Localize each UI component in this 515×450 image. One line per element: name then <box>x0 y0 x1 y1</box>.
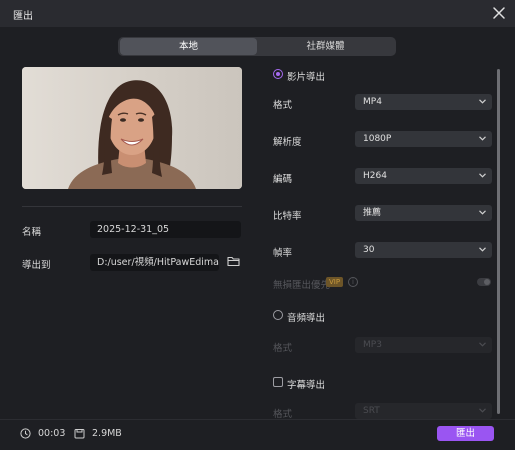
audio-format-label: 格式 <box>273 343 293 354</box>
bitrate-select[interactable]: 推薦 <box>355 205 492 221</box>
title-bar: 匯出 <box>0 0 515 27</box>
name-input[interactable]: 2025-12-31_05 <box>90 221 241 238</box>
export-button[interactable]: 匯出 <box>437 426 494 441</box>
codec-label: 編碼 <box>273 174 293 185</box>
chevron-down-icon <box>479 247 486 252</box>
duration-text: 00:03 <box>38 428 66 439</box>
scrollbar-thumb[interactable] <box>497 69 500 414</box>
framerate-select[interactable]: 30 <box>355 242 492 258</box>
codec-select[interactable]: H264 <box>355 168 492 184</box>
framerate-value: 30 <box>363 245 375 255</box>
lossless-toggle[interactable] <box>477 278 491 286</box>
lossless-label: 無損匯出優先 <box>273 280 331 291</box>
codec-value: H264 <box>363 171 387 181</box>
format-label: 格式 <box>273 100 293 111</box>
chevron-down-icon <box>479 136 486 141</box>
info-icon[interactable]: i <box>348 277 358 287</box>
file-icon <box>74 429 85 439</box>
chevron-down-icon <box>479 173 486 178</box>
subtitle-format-select[interactable]: SRT <box>355 403 492 419</box>
resolution-value: 1080P <box>363 134 392 144</box>
window-title: 匯出 <box>13 11 33 22</box>
audio-format-value: MP3 <box>363 340 382 350</box>
name-label: 名稱 <box>22 227 42 238</box>
subtitle-export-checkbox[interactable] <box>273 377 283 387</box>
subtitle-export-label: 字幕導出 <box>287 380 326 391</box>
close-icon[interactable] <box>491 5 507 21</box>
export-path-input[interactable]: D:/user/視頻/HitPawEdimakor <box>90 254 219 271</box>
file-size-text: 2.9MB <box>92 428 122 439</box>
clock-icon <box>20 428 31 439</box>
video-export-label: 影片導出 <box>287 72 326 83</box>
bitrate-value: 推薦 <box>363 208 382 218</box>
resolution-select[interactable]: 1080P <box>355 131 492 147</box>
export-to-label: 導出到 <box>22 260 51 271</box>
chevron-down-icon <box>479 408 486 413</box>
audio-export-label: 音頻導出 <box>287 313 326 324</box>
video-export-radio[interactable] <box>273 69 283 79</box>
tab-social-media[interactable]: 社群媒體 <box>257 38 394 55</box>
framerate-label: 幀率 <box>273 248 293 259</box>
format-value: MP4 <box>363 97 382 107</box>
folder-icon[interactable] <box>227 255 240 267</box>
audio-format-select[interactable]: MP3 <box>355 337 492 353</box>
vip-badge: VIP <box>326 277 344 287</box>
chevron-down-icon <box>479 99 486 104</box>
left-divider <box>22 206 242 207</box>
subtitle-format-label: 格式 <box>273 409 293 420</box>
subtitle-format-value: SRT <box>363 406 380 416</box>
video-preview-thumbnail <box>22 67 242 189</box>
export-target-tabs: 本地 社群媒體 <box>118 37 396 56</box>
chevron-down-icon <box>479 342 486 347</box>
chevron-down-icon <box>479 210 486 215</box>
format-select[interactable]: MP4 <box>355 94 492 110</box>
resolution-label: 解析度 <box>273 137 302 148</box>
tab-local[interactable]: 本地 <box>120 38 257 55</box>
audio-export-radio[interactable] <box>273 310 283 320</box>
bitrate-label: 比特率 <box>273 211 302 222</box>
